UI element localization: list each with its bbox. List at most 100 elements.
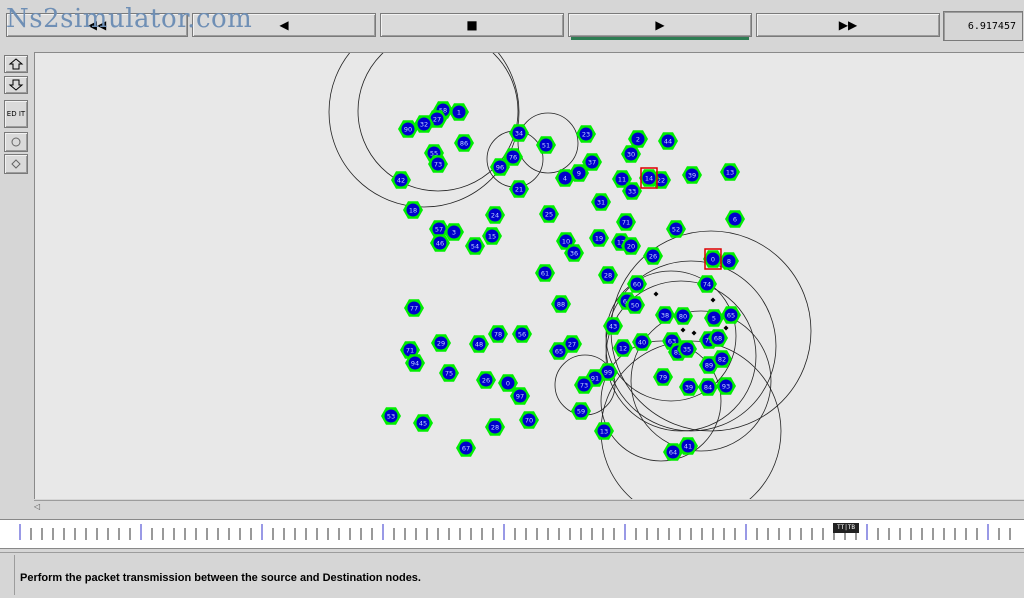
node-label: 45 <box>419 420 427 428</box>
network-node[interactable]: 78 <box>488 325 508 343</box>
node-label: 44 <box>664 138 672 146</box>
network-node[interactable]: 23 <box>576 125 596 143</box>
node-label: 14 <box>645 175 653 183</box>
network-node[interactable]: 61 <box>535 264 555 282</box>
network-node[interactable]: 79 <box>653 368 673 386</box>
network-node[interactable]: 48 <box>469 335 489 353</box>
network-node[interactable]: 6 <box>725 210 745 228</box>
network-node[interactable]: 86 <box>454 134 474 152</box>
network-node[interactable]: 44 <box>658 132 678 150</box>
node-label: 96 <box>496 164 504 172</box>
node-label: 54 <box>471 243 479 251</box>
network-node[interactable]: 39 <box>682 166 702 184</box>
node-label: 3 <box>452 229 456 237</box>
stop-button[interactable]: ■ <box>380 13 564 37</box>
network-node[interactable]: 84 <box>698 378 718 396</box>
network-animation-canvas[interactable]: 58 1 27 32 90 86 55 73 42 18 34 51 76 96 21 23 2 44 30 37 9 4… <box>34 52 1024 499</box>
edit-button[interactable]: ED IT <box>4 100 28 128</box>
fast-forward-button[interactable]: ▶▶ <box>756 13 940 37</box>
network-node[interactable]: 29 <box>431 334 451 352</box>
node-label: 39 <box>688 172 696 180</box>
network-node[interactable]: 42 <box>391 171 411 189</box>
network-node[interactable]: 13 <box>594 422 614 440</box>
network-node[interactable]: 2 <box>628 130 648 148</box>
node-label: 86 <box>460 140 468 148</box>
network-node[interactable]: 40 <box>632 333 652 351</box>
rewind-button[interactable]: ◀◀ <box>6 13 188 37</box>
network-node[interactable]: 60 <box>627 275 647 293</box>
node-label: 61 <box>541 270 549 278</box>
node-label: 77 <box>410 305 418 313</box>
network-node[interactable]: 5 <box>704 309 724 327</box>
network-node[interactable]: 53 <box>381 407 401 425</box>
node-label: 48 <box>475 341 483 349</box>
network-node[interactable]: 75 <box>439 364 459 382</box>
scroll-left-icon[interactable]: ◁ <box>34 502 44 512</box>
packet <box>723 325 729 331</box>
network-node[interactable]: 65 <box>721 306 741 324</box>
network-node[interactable]: 31 <box>591 193 611 211</box>
network-node[interactable]: 54 <box>465 237 485 255</box>
packet <box>653 291 659 297</box>
timeline-slider[interactable]: TT|TB <box>0 519 1024 549</box>
network-node[interactable]: 77 <box>404 299 424 317</box>
network-node[interactable]: 70 <box>519 411 539 429</box>
network-node[interactable]: 30 <box>621 145 641 163</box>
network-node[interactable]: 28 <box>598 266 618 284</box>
diamond-tool-icon[interactable] <box>4 154 28 174</box>
node-label: 43 <box>609 323 617 331</box>
packet <box>691 330 697 336</box>
node-label: 26 <box>649 253 657 261</box>
network-node[interactable]: 21 <box>509 180 529 198</box>
network-node[interactable]: 67 <box>456 439 476 457</box>
network-node[interactable]: 25 <box>539 205 559 223</box>
play-button[interactable]: ▶ <box>568 13 752 40</box>
node-label: 80 <box>679 313 687 321</box>
node-label: 0 <box>506 380 510 388</box>
status-panel: Perform the packet transmission between … <box>0 552 1024 598</box>
network-node[interactable]: 56 <box>512 325 532 343</box>
network-node[interactable]: 19 <box>589 229 609 247</box>
network-node[interactable]: 26 <box>643 247 663 265</box>
network-node[interactable]: 71 <box>616 213 636 231</box>
network-node[interactable]: 51 <box>536 136 556 154</box>
node-label: 12 <box>619 345 627 353</box>
network-node[interactable]: 80 <box>673 307 693 325</box>
network-node[interactable]: 15 <box>482 227 502 245</box>
node-label: 31 <box>597 199 605 207</box>
network-node[interactable]: 24 <box>485 206 505 224</box>
node-label: 25 <box>545 211 553 219</box>
step-back-button[interactable]: ◀ <box>192 13 376 37</box>
status-message: Perform the packet transmission between … <box>20 572 421 584</box>
node-label: 15 <box>488 233 496 241</box>
transmission-range-circle <box>600 340 782 499</box>
network-node[interactable]: 28 <box>485 418 505 436</box>
network-node[interactable]: 34 <box>509 124 529 142</box>
zoom-in-icon[interactable] <box>4 55 28 73</box>
node-label: 82 <box>718 356 726 364</box>
node-label: 20 <box>627 243 635 251</box>
network-node[interactable]: 12 <box>613 339 633 357</box>
timeline-marker[interactable]: TT|TB <box>833 523 859 533</box>
zoom-out-icon[interactable] <box>4 76 28 94</box>
circle-tool-icon[interactable] <box>4 132 28 152</box>
node-label: 19 <box>595 235 603 243</box>
node-label: 65 <box>727 312 735 320</box>
node-label: 26 <box>482 377 490 385</box>
network-node[interactable]: 39 <box>679 378 699 396</box>
network-node[interactable]: 59 <box>571 402 591 420</box>
network-node[interactable]: 38 <box>655 306 675 324</box>
horizontal-scrollbar[interactable]: ◁ <box>34 500 1024 513</box>
node-label: 13 <box>726 169 734 177</box>
status-scrollbar[interactable] <box>4 555 15 595</box>
node-label: 24 <box>491 212 499 220</box>
network-node[interactable]: 45 <box>413 414 433 432</box>
node-label: 56 <box>518 331 526 339</box>
network-node[interactable]: 13 <box>720 163 740 181</box>
network-node[interactable]: 88 <box>551 295 571 313</box>
node-label: 75 <box>445 370 453 378</box>
network-node[interactable]: 26 <box>476 371 496 389</box>
network-node[interactable]: 18 <box>403 201 423 219</box>
node-label: 35 <box>683 346 691 354</box>
network-node[interactable]: 1 <box>449 103 469 121</box>
